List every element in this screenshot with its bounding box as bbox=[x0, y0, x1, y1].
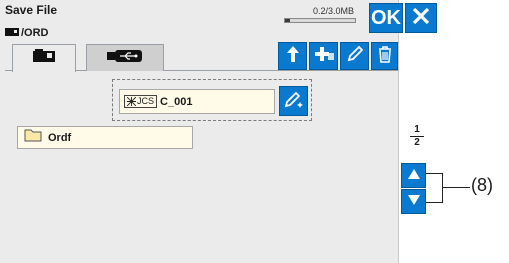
new-folder-button[interactable] bbox=[309, 42, 338, 70]
screen-panel: Save File /ORD 0.2/3.0MB JCS C_001 Ordf bbox=[0, 0, 399, 263]
total-pages: 2 bbox=[414, 137, 420, 148]
pencil-icon bbox=[345, 44, 365, 69]
edit-name-button[interactable] bbox=[279, 86, 308, 116]
folder-icon bbox=[24, 128, 42, 147]
folder-name: Ordf bbox=[48, 131, 72, 144]
callout-bracket bbox=[426, 173, 443, 203]
memory-usage-bar bbox=[284, 18, 356, 23]
page-indicator: 1 2 bbox=[405, 124, 429, 149]
jcs-badge: JCS bbox=[124, 95, 158, 108]
jcs-label: JCS bbox=[137, 96, 155, 106]
page-title: Save File bbox=[5, 3, 58, 17]
up-arrow-icon bbox=[283, 44, 303, 69]
tab-usb[interactable] bbox=[86, 44, 164, 71]
callout-label: (8) bbox=[471, 175, 493, 195]
delete-icon bbox=[375, 44, 395, 69]
file-name-value: C_001 bbox=[160, 95, 193, 108]
file-name-field[interactable]: JCS C_001 bbox=[119, 89, 275, 114]
folder-item[interactable]: Ordf bbox=[17, 126, 193, 149]
new-folder-icon bbox=[313, 44, 335, 69]
machine-memory-icon bbox=[32, 48, 56, 69]
memory-usage-text: 0.2/3.0MB bbox=[313, 6, 355, 16]
usb-icon bbox=[107, 49, 143, 68]
triangle-up-icon bbox=[407, 167, 421, 185]
tab-machine-memory[interactable] bbox=[12, 44, 76, 72]
triangle-down-icon bbox=[407, 193, 421, 211]
delete-button[interactable] bbox=[371, 42, 398, 70]
up-folder-button[interactable] bbox=[278, 42, 307, 70]
breadcrumb: /ORD bbox=[5, 24, 49, 42]
close-button[interactable] bbox=[405, 3, 437, 33]
machine-memory-icon bbox=[5, 24, 19, 42]
pencil-sparkle-icon bbox=[283, 88, 305, 115]
memory-usage-fill bbox=[285, 19, 290, 22]
path-text: /ORD bbox=[21, 27, 49, 39]
page-up-button[interactable] bbox=[401, 163, 426, 188]
ok-button[interactable]: OK bbox=[369, 3, 403, 33]
current-page: 1 bbox=[414, 124, 420, 135]
page-down-button[interactable] bbox=[401, 189, 426, 214]
callout-line bbox=[443, 187, 470, 188]
close-icon bbox=[411, 6, 431, 31]
rename-button[interactable] bbox=[340, 42, 369, 70]
pattern-icon bbox=[127, 97, 136, 106]
